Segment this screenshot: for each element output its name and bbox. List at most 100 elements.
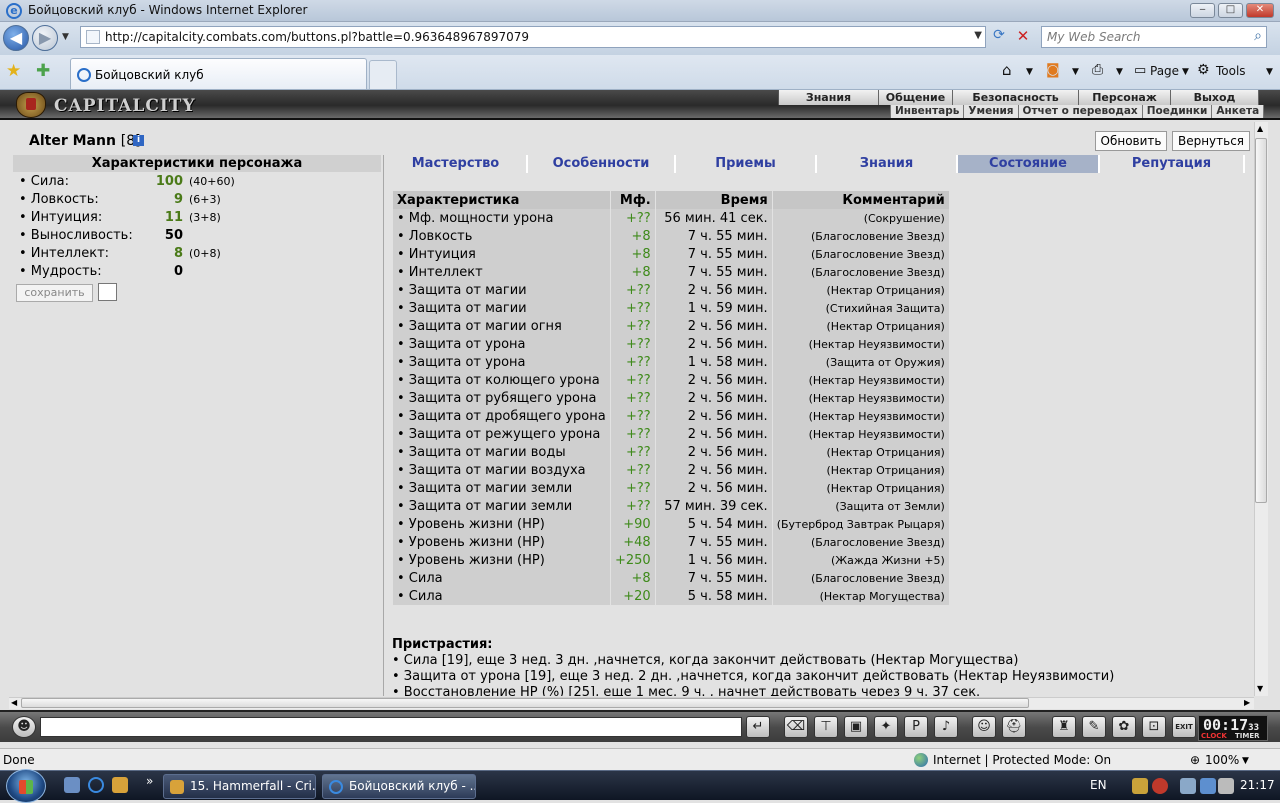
- refresh-page-button[interactable]: Обновить: [1095, 131, 1167, 151]
- url-dropdown-icon[interactable]: ▼: [974, 30, 982, 41]
- favorites-star-icon[interactable]: ★: [6, 61, 21, 81]
- window-title-bar: e Бойцовский клуб - Windows Internet Exp…: [0, 0, 1280, 22]
- network-icon[interactable]: [1180, 778, 1196, 794]
- save-log-icon[interactable]: ▣: [844, 716, 868, 738]
- page-menu-button[interactable]: Page: [1150, 64, 1179, 78]
- items-icon[interactable]: ✿: [1112, 716, 1136, 738]
- submenu-battles[interactable]: Поединки: [1143, 105, 1213, 118]
- menu-item-exit[interactable]: Выход: [1171, 90, 1259, 105]
- exit-icon[interactable]: EXIT: [1172, 716, 1196, 738]
- submenu-transfers[interactable]: Отчет о переводах: [1019, 105, 1143, 118]
- chat-avatar-icon[interactable]: ☻: [12, 716, 36, 738]
- show-desktop-icon[interactable]: [64, 777, 80, 793]
- stop-button[interactable]: ✕: [1012, 27, 1034, 47]
- page-dropdown-icon[interactable]: ▼: [1182, 67, 1189, 77]
- print-icon[interactable]: ⎙: [1092, 62, 1103, 78]
- private-icon[interactable]: P: [904, 716, 928, 738]
- tab-techniques[interactable]: Приемы: [676, 155, 817, 173]
- scroll-left-icon[interactable]: ◀: [11, 698, 17, 707]
- taskbar-item-browser[interactable]: Бойцовский клуб - ...: [322, 774, 476, 799]
- more-icon[interactable]: »: [146, 774, 153, 788]
- add-favorites-icon[interactable]: ✚: [36, 61, 50, 81]
- address-bar[interactable]: http://capitalcity.combats.com/buttons.p…: [80, 26, 986, 48]
- language-indicator[interactable]: EN: [1090, 778, 1107, 792]
- menu-item-character[interactable]: Персонаж: [1079, 90, 1171, 105]
- scroll-up-icon[interactable]: ▲: [1257, 124, 1263, 133]
- security-zone[interactable]: Internet | Protected Mode: On: [933, 753, 1111, 767]
- url-text[interactable]: http://capitalcity.combats.com/buttons.p…: [105, 30, 529, 44]
- stat-row: • Ловкость: 9 (6+3): [19, 192, 379, 210]
- menu-item-security[interactable]: Безопасность: [953, 90, 1079, 105]
- menu-item-communication[interactable]: Общение: [879, 90, 953, 105]
- maximize-button[interactable]: □: [1218, 3, 1243, 18]
- lock-icon[interactable]: ⊡: [1142, 716, 1166, 738]
- tab-mastery[interactable]: Мастерство: [385, 155, 528, 173]
- back-button[interactable]: ◀: [3, 25, 29, 51]
- volume-icon[interactable]: [1218, 778, 1234, 794]
- close-window-button[interactable]: ✕: [1246, 3, 1274, 18]
- chat-input[interactable]: [40, 717, 742, 737]
- history-dropdown-icon[interactable]: ▼: [62, 32, 69, 42]
- scroll-icon[interactable]: ✎: [1082, 716, 1106, 738]
- page-content: Alter Mann [8] i Обновить Вернуться Хара…: [9, 122, 1268, 696]
- home-icon[interactable]: ⌂: [1002, 61, 1012, 79]
- eraser-icon[interactable]: ⌫: [784, 716, 808, 738]
- tray-icon-2[interactable]: [1152, 778, 1168, 794]
- effect-time-cell: 2 ч. 56 мин.: [655, 407, 772, 425]
- smiley-icon[interactable]: ☺: [972, 716, 996, 738]
- scroll-down-icon[interactable]: ▼: [1257, 684, 1263, 693]
- helmet-icon[interactable]: ⛑: [1002, 716, 1026, 738]
- submenu-inventory[interactable]: Инвентарь: [891, 105, 965, 118]
- table-row: • Защита от колющего урона +?? 2 ч. 56 мин…: [393, 371, 949, 389]
- clock-time-tray[interactable]: 21:17: [1240, 778, 1275, 792]
- effect-time-cell: 7 ч. 55 мин.: [655, 245, 772, 263]
- sound-icon[interactable]: ♪: [934, 716, 958, 738]
- feeds-icon[interactable]: ◙: [1046, 62, 1060, 78]
- effect-time-cell: 2 ч. 56 мин.: [655, 461, 772, 479]
- return-button[interactable]: Вернуться: [1172, 131, 1250, 151]
- ie-logo-icon: e: [6, 3, 22, 19]
- tab-features[interactable]: Особенности: [528, 155, 676, 173]
- stat-value: 11: [164, 210, 183, 225]
- effect-mf-cell: +8: [610, 227, 655, 245]
- web-search-input[interactable]: My Web Search ⌕: [1041, 26, 1267, 48]
- ie-quicklaunch-icon[interactable]: [88, 777, 104, 793]
- tools-dropdown-icon[interactable]: ▼: [1266, 67, 1273, 77]
- save-checkbox[interactable]: [98, 283, 117, 301]
- home-dropdown-icon[interactable]: ▼: [1026, 67, 1033, 77]
- submenu-skills[interactable]: Умения: [964, 105, 1019, 118]
- save-button[interactable]: сохранить: [16, 284, 93, 302]
- filter-icon[interactable]: ⊤: [814, 716, 838, 738]
- send-icon[interactable]: ↵: [746, 716, 770, 738]
- zoom-level[interactable]: 100%: [1205, 753, 1239, 767]
- browser-tab-active[interactable]: Бойцовский клуб: [70, 58, 367, 89]
- start-button[interactable]: [6, 769, 46, 803]
- refresh-button[interactable]: ⟳: [988, 27, 1010, 47]
- app-quicklaunch-icon[interactable]: [112, 777, 128, 793]
- arrow-left-icon: ◀: [9, 28, 23, 47]
- forward-button[interactable]: ▶: [32, 25, 58, 51]
- fighter-icon[interactable]: ✦: [874, 716, 898, 738]
- print-dropdown-icon[interactable]: ▼: [1116, 67, 1123, 77]
- vertical-scroll-thumb[interactable]: [1255, 138, 1267, 503]
- search-icon[interactable]: ⌕: [1254, 28, 1262, 44]
- scroll-right-icon[interactable]: ▶: [1244, 698, 1250, 707]
- new-tab-button[interactable]: [369, 60, 397, 89]
- minimize-button[interactable]: ‒: [1190, 3, 1215, 18]
- tab-reputation[interactable]: Репутация: [1100, 155, 1245, 173]
- tab-state[interactable]: Состояние: [958, 155, 1100, 173]
- info-icon[interactable]: i: [133, 135, 144, 146]
- zoom-dropdown-icon[interactable]: ▼: [1242, 756, 1249, 766]
- bag-icon[interactable]: ♜: [1052, 716, 1076, 738]
- horizontal-scroll-thumb[interactable]: [21, 698, 1029, 708]
- menu-item-knowledge[interactable]: Знания: [779, 90, 879, 105]
- tray-icon-3[interactable]: [1200, 778, 1216, 794]
- tab-knowledge[interactable]: Знания: [817, 155, 958, 173]
- tools-menu-button[interactable]: Tools: [1216, 64, 1246, 78]
- tray-icon-1[interactable]: [1132, 778, 1148, 794]
- effect-name-cell: • Защита от рубящего урона: [393, 389, 610, 407]
- effect-time-cell: 7 ч. 55 мин.: [655, 227, 772, 245]
- feeds-dropdown-icon[interactable]: ▼: [1072, 67, 1079, 77]
- taskbar-item-winamp[interactable]: 15. Hammerfall - Cri...: [163, 774, 316, 799]
- submenu-profile[interactable]: Анкета: [1212, 105, 1265, 118]
